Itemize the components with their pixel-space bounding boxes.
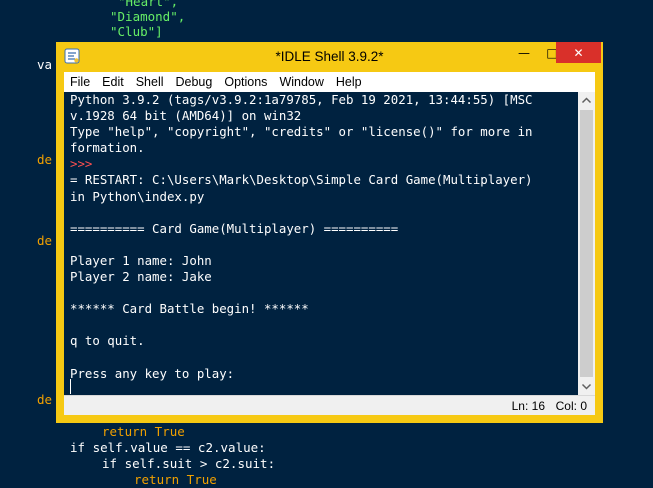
shell-output-line: Type "help", "copyright", "credits" or "… <box>70 124 533 140</box>
shell-output-line: Python 3.9.2 (tags/v3.9.2:1a79785, Feb 1… <box>70 92 533 107</box>
status-bar: Ln: 16 Col: 0 <box>64 395 595 415</box>
background-code-line: if self.value == c2.value: <box>70 440 266 455</box>
background-code-fragment: de <box>37 392 53 407</box>
menu-help[interactable]: Help <box>330 72 368 92</box>
shell-prompt: >>> <box>70 156 93 172</box>
shell-output-line: ****** Card Battle begin! ****** <box>70 301 309 317</box>
menu-window[interactable]: Window <box>273 72 329 92</box>
scrollbar-thumb[interactable] <box>580 110 593 377</box>
shell-output-line <box>70 350 533 366</box>
status-column-number: Col: 0 <box>555 399 587 413</box>
shell-output-line: Player 1 name: John <box>70 252 212 268</box>
background-code-fragment: va <box>37 57 53 72</box>
menu-debug[interactable]: Debug <box>170 72 219 92</box>
menu-shell[interactable]: Shell <box>130 72 170 92</box>
background-code-line: return True <box>134 472 217 487</box>
menu-options[interactable]: Options <box>218 72 273 92</box>
shell-output-line: Player 2 name: Jake <box>70 269 212 285</box>
title-bar[interactable]: *IDLE Shell 3.9.2* — □ ✕ <box>56 42 603 72</box>
background-code-fragment: de <box>37 152 53 167</box>
background-code-line: if self.suit > c2.suit: <box>102 456 276 471</box>
menu-edit[interactable]: Edit <box>96 72 130 92</box>
shell-output-line: in Python\index.py <box>70 188 205 204</box>
vertical-scrollbar[interactable] <box>578 92 595 395</box>
status-line-number: Ln: 16 <box>511 399 545 413</box>
shell-output-line: = RESTART: C:\Users\Mark\Desktop\Simple … <box>70 172 533 188</box>
shell-output: Python 3.9.2 (tags/v3.9.2:1a79785, Feb 1… <box>70 92 533 382</box>
background-code-fragment: de <box>37 233 53 248</box>
shell-output-line: Press any key to play: <box>70 365 235 381</box>
idle-shell-window[interactable]: *IDLE Shell 3.9.2* — □ ✕ File Edit Shell… <box>56 42 603 423</box>
menu-file[interactable]: File <box>64 72 96 92</box>
shell-output-line: q to quit. <box>70 333 145 349</box>
background-code-line: "Club"] <box>110 24 163 39</box>
close-button[interactable]: ✕ <box>556 42 601 63</box>
background-code-line: "Diamond", <box>110 9 186 24</box>
text-cursor <box>70 379 71 394</box>
shell-output-line: v.1928 64 bit (AMD64)] on win32 <box>70 108 302 124</box>
status-divider <box>64 395 595 396</box>
shell-output-line: formation. <box>70 140 145 156</box>
shell-output-line <box>70 237 533 253</box>
menu-bar: File Edit Shell Debug Options Window Hel… <box>64 72 595 92</box>
scroll-up-arrow-icon[interactable] <box>578 92 595 109</box>
shell-output-line <box>70 317 533 333</box>
shell-output-line <box>70 285 533 301</box>
shell-output-line: ========== Card Game(Multiplayer) ======… <box>70 220 399 236</box>
shell-output-line <box>70 205 533 221</box>
scroll-down-arrow-icon[interactable] <box>578 378 595 395</box>
minimize-button[interactable]: — <box>510 42 538 63</box>
background-code-line: return True <box>102 424 185 439</box>
shell-text-area[interactable]: Python 3.9.2 (tags/v3.9.2:1a79785, Feb 1… <box>64 92 578 395</box>
